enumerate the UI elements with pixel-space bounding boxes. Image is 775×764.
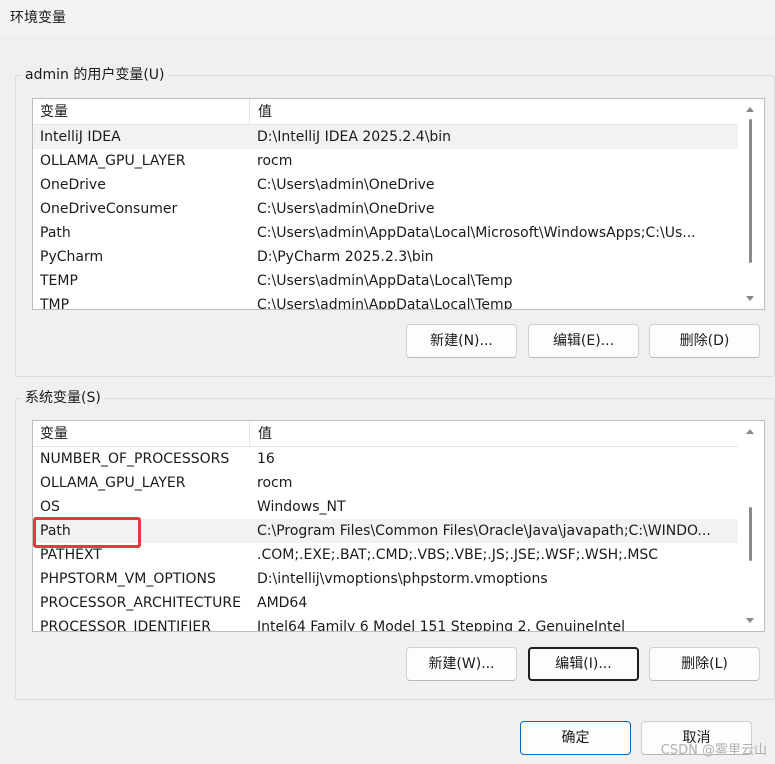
system-edit-button[interactable]: 编辑(I)... <box>528 647 639 681</box>
variable-value-cell: D:\intellij\vmoptions\phpstorm.vmoptions <box>257 571 548 587</box>
variable-value-cell: D:\PyCharm 2025.2.3\bin <box>257 249 434 265</box>
variable-name-cell: TEMP <box>40 273 78 289</box>
table-row[interactable]: OneDrive C:\Users\admin\OneDrive <box>33 173 739 197</box>
window-title: 环境变量 <box>10 10 66 26</box>
system-delete-button[interactable]: 删除(L) <box>649 647 760 681</box>
table-row[interactable]: TEMP C:\Users\admin\AppData\Local\Temp <box>33 269 739 293</box>
variable-value-cell: AMD64 <box>257 595 308 611</box>
table-row[interactable]: PHPSTORM_VM_OPTIONS D:\intellij\vmoptions… <box>33 567 739 591</box>
variable-name-cell: PHPSTORM_VM_OPTIONS <box>40 571 216 587</box>
table-row[interactable]: IntelliJ IDEA D:\IntelliJ IDEA 2025.2.4\b… <box>33 125 739 149</box>
variable-name-cell: TMP <box>40 297 70 310</box>
table-row[interactable]: OLLAMA_GPU_LAYER rocm <box>33 471 739 495</box>
variable-name-cell: PROCESSOR_IDENTIFIER <box>40 619 211 632</box>
column-header-name[interactable]: 变量 <box>33 99 250 125</box>
variable-name-cell: NUMBER_OF_PROCESSORS <box>40 451 230 467</box>
variable-value-cell: rocm <box>257 153 293 169</box>
scroll-down-icon[interactable] <box>746 296 754 301</box>
variable-value-cell: C:\Program Files\Common Files\Oracle\Jav… <box>257 523 711 539</box>
user-variables-legend: admin 的用户变量(U) <box>22 65 168 85</box>
user-edit-button[interactable]: 编辑(E)... <box>528 324 639 358</box>
variable-name-cell: IntelliJ IDEA <box>40 129 121 145</box>
variable-name-cell: OneDriveConsumer <box>40 201 178 217</box>
variable-value-cell: C:\Users\admin\OneDrive <box>257 201 435 217</box>
column-header-name[interactable]: 变量 <box>33 421 250 447</box>
list-header: 变量 值 <box>33 421 739 447</box>
system-variables-list[interactable]: 变量 值 NUMBER_OF_PROCESSORS 16 OLLAMA_GPU_LA… <box>32 420 765 632</box>
variable-value-cell: Intel64 Family 6 Model 151 Stepping 2, G… <box>257 619 626 632</box>
variable-value-cell: C:\Users\admin\AppData\Local\Microsoft\W… <box>257 225 696 241</box>
scroll-thumb[interactable] <box>749 507 752 561</box>
watermark: CSDN @雾里云山 <box>660 743 767 758</box>
table-row[interactable]: Path C:\Users\admin\AppData\Local\Microso… <box>33 221 739 245</box>
system-list-scrollbar[interactable] <box>738 421 764 631</box>
variable-value-cell: C:\Users\admin\OneDrive <box>257 177 435 193</box>
variable-name-cell: Path <box>40 225 71 241</box>
table-row[interactable]: TMP C:\Users\admin\AppData\Local\Temp <box>33 293 739 310</box>
table-row[interactable]: OS Windows_NT <box>33 495 739 519</box>
user-list-scrollbar[interactable] <box>738 99 764 309</box>
variable-name-cell: OS <box>40 499 60 515</box>
user-variables-list[interactable]: 变量 值 IntelliJ IDEA D:\IntelliJ IDEA 2025.… <box>32 98 765 310</box>
variable-value-cell: rocm <box>257 475 293 491</box>
scroll-thumb[interactable] <box>749 119 752 263</box>
path-highlight-annotation <box>33 517 141 548</box>
system-new-button[interactable]: 新建(W)... <box>406 647 517 681</box>
user-delete-button[interactable]: 删除(D) <box>649 324 760 358</box>
table-row[interactable]: OneDriveConsumer C:\Users\admin\OneDrive <box>33 197 739 221</box>
variable-value-cell: Windows_NT <box>257 499 346 515</box>
scroll-up-icon[interactable] <box>746 107 754 112</box>
variable-name-cell: OneDrive <box>40 177 106 193</box>
column-header-value[interactable]: 值 <box>251 421 739 447</box>
variable-value-cell: D:\IntelliJ IDEA 2025.2.4\bin <box>257 129 452 145</box>
system-variables-group: 系统变量(S) 变量 值 NUMBER_OF_PROCESSORS 16 OLLAM… <box>15 388 775 700</box>
ok-button[interactable]: 确定 <box>520 721 631 755</box>
user-variables-group: admin 的用户变量(U) 变量 值 IntelliJ IDEA D:\Inte… <box>15 65 775 377</box>
variable-name-cell: PyCharm <box>40 249 104 265</box>
column-header-value[interactable]: 值 <box>251 99 739 125</box>
variable-value-cell: C:\Users\admin\AppData\Local\Temp <box>257 273 513 289</box>
variable-value-cell: C:\Users\admin\AppData\Local\Temp <box>257 297 513 310</box>
table-row[interactable]: PyCharm D:\PyCharm 2025.2.3\bin <box>33 245 739 269</box>
user-new-button[interactable]: 新建(N)... <box>406 324 517 358</box>
variable-name-cell: PROCESSOR_ARCHITECTURE <box>40 595 241 611</box>
variable-name-cell: OLLAMA_GPU_LAYER <box>40 153 186 169</box>
table-row[interactable]: PROCESSOR_IDENTIFIER Intel64 Family 6 Mod… <box>33 615 739 632</box>
variable-name-cell: OLLAMA_GPU_LAYER <box>40 475 186 491</box>
variable-value-cell: 16 <box>257 451 275 467</box>
list-header: 变量 值 <box>33 99 739 125</box>
table-row[interactable]: NUMBER_OF_PROCESSORS 16 <box>33 447 739 471</box>
scroll-up-icon[interactable] <box>746 429 754 434</box>
variable-value-cell: .COM;.EXE;.BAT;.CMD;.VBS;.VBE;.JS;.JSE;.… <box>257 547 659 563</box>
table-row[interactable]: OLLAMA_GPU_LAYER rocm <box>33 149 739 173</box>
system-variables-legend: 系统变量(S) <box>22 388 104 408</box>
title-bar: 环境变量 <box>0 0 775 34</box>
table-row[interactable]: PROCESSOR_ARCHITECTURE AMD64 <box>33 591 739 615</box>
scroll-down-icon[interactable] <box>746 618 754 623</box>
